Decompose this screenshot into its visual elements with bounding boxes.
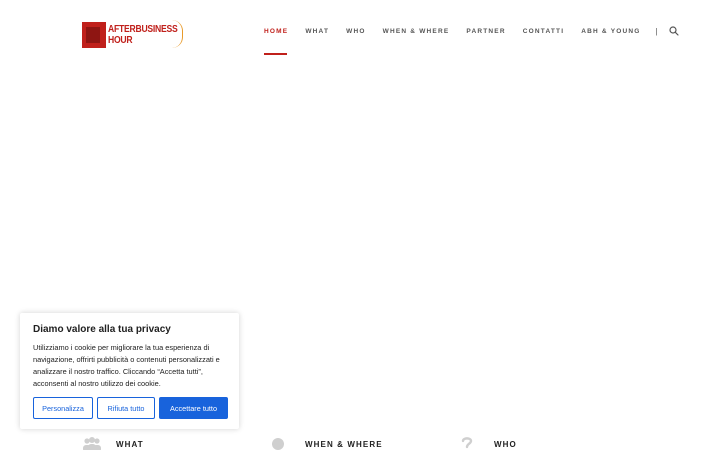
cookie-title: Diamo valore alla tua privacy — [33, 324, 171, 335]
site-header: AFTERBUSINESS HOUR HOME WHAT WHO WHEN & … — [0, 0, 720, 62]
feature-what-label: WHAT — [116, 439, 144, 449]
people-icon — [82, 436, 102, 450]
question-icon — [460, 436, 480, 450]
nav-item-who[interactable]: WHO — [346, 28, 366, 35]
nav-item-what[interactable]: WHAT — [305, 28, 329, 35]
logo-line-2: HOUR — [108, 34, 133, 46]
cookie-description: Utilizziamo i cookie per migliorare la t… — [33, 343, 220, 388]
accept-all-button[interactable]: Accettare tutto — [159, 397, 228, 419]
page: AFTERBUSINESS HOUR HOME WHAT WHO WHEN & … — [0, 0, 720, 450]
cookie-consent-banner: Diamo valore alla tua privacy Utilizziam… — [20, 313, 239, 429]
reject-all-button[interactable]: Rifiuta tutto — [97, 397, 155, 419]
feature-who[interactable]: WHO — [460, 436, 517, 450]
feature-what[interactable]: WHAT — [82, 436, 144, 450]
customize-button[interactable]: Personalizza — [33, 397, 93, 419]
nav-item-when-where[interactable]: WHEN & WHERE — [383, 28, 450, 35]
feature-when-where-label: WHEN & WHERE — [305, 439, 383, 449]
nav-item-abh-young[interactable]: ABH & YOUNG — [581, 28, 640, 35]
feature-who-label: WHO — [494, 439, 517, 449]
site-logo[interactable]: AFTERBUSINESS HOUR — [82, 20, 183, 50]
nav-item-home[interactable]: HOME — [264, 28, 288, 55]
feature-when-where[interactable]: WHEN & WHERE — [271, 436, 383, 450]
logo-text: AFTERBUSINESS HOUR — [108, 24, 178, 46]
search-icon[interactable] — [669, 26, 679, 36]
nav-item-partner[interactable]: PARTNER — [466, 28, 505, 35]
logo-arc — [172, 20, 183, 48]
main-nav: HOME WHAT WHO WHEN & WHERE PARTNER CONTA… — [264, 26, 679, 55]
nav-item-contatti[interactable]: CONTATTI — [523, 28, 565, 35]
logo-mark — [82, 22, 106, 48]
nav-separator: | — [655, 26, 659, 36]
cookie-buttons: Personalizza Rifiuta tutto Accettare tut… — [33, 397, 232, 419]
location-icon — [271, 436, 291, 450]
